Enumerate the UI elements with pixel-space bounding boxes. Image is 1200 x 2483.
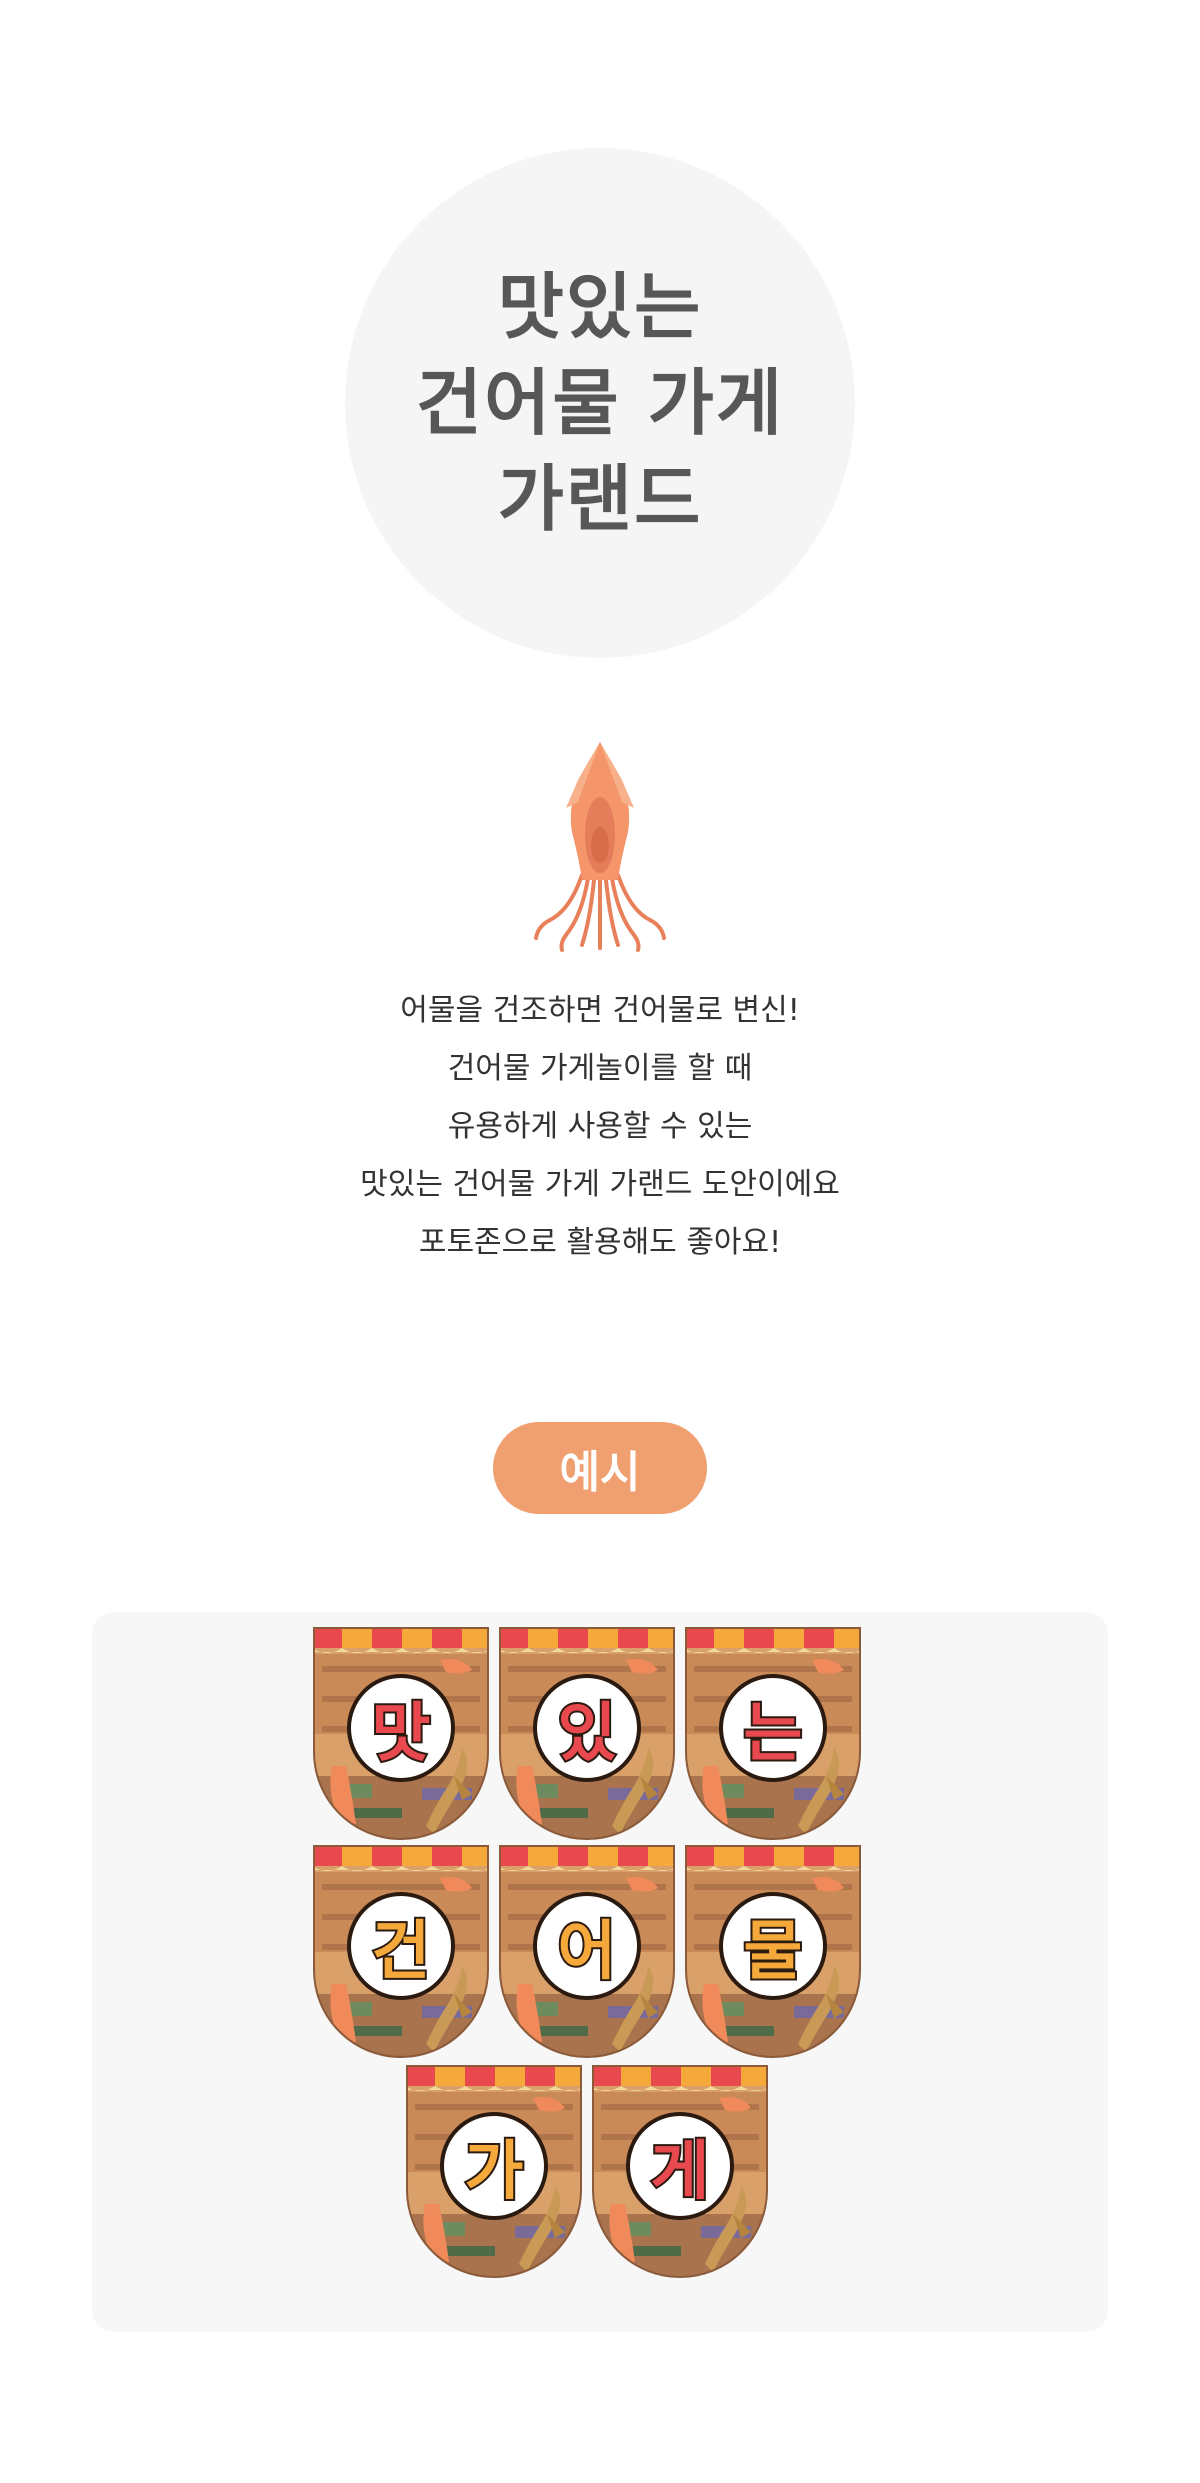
description-line: 건어물 가게놀이를 할 때 [447, 1051, 753, 1086]
garland-flag: 맛 [312, 1626, 490, 1841]
flag-letter: 건 [370, 1913, 433, 1991]
garland-flag: 가 [405, 2064, 583, 2279]
description-line: 맛있는 건어물 가게 가랜드 도안이에요 [360, 1167, 840, 1202]
flag-letter: 게 [649, 2133, 712, 2211]
garland-flag: 있 [498, 1626, 676, 1841]
squid-icon [530, 740, 670, 955]
example-badge: 예시 [493, 1422, 707, 1514]
description: 어물을 건조하면 건어물로 변신! 건어물 가게놀이를 할 때 유용하게 사용할… [200, 982, 1000, 1272]
description-line: 유용하게 사용할 수 있는 [447, 1109, 753, 1144]
title-line-2: 건어물 가게 [415, 361, 785, 445]
flag-letter: 는 [742, 1695, 805, 1773]
flag-letter: 있 [556, 1695, 619, 1773]
garland-flag: 는 [684, 1626, 862, 1841]
flag-letter: 어 [556, 1913, 619, 1991]
example-panel: 맛 있 는 건 어 물 가 게 [92, 1612, 1108, 2332]
garland-flag: 게 [591, 2064, 769, 2279]
garland-flag: 물 [684, 1844, 862, 2059]
flag-letter: 물 [742, 1913, 805, 1991]
garland-flag: 어 [498, 1844, 676, 2059]
title-line-1: 맛있는 [497, 265, 703, 349]
flag-letter: 가 [463, 2133, 526, 2211]
description-line: 포토존으로 활용해도 좋아요! [418, 1225, 782, 1260]
title-circle: 맛있는 건어물 가게 가랜드 [345, 148, 855, 658]
title-line-3: 가랜드 [497, 457, 703, 541]
garland-flag: 건 [312, 1844, 490, 2059]
description-line: 어물을 건조하면 건어물로 변신! [400, 993, 800, 1028]
flag-letter: 맛 [370, 1695, 433, 1773]
